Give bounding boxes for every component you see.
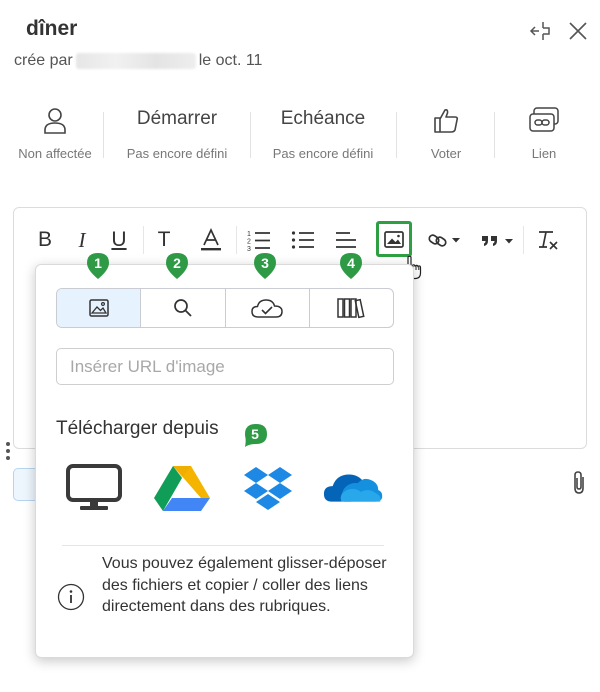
vote-label: Voter [430,146,462,161]
annotation-marker-4: 4 [339,252,363,279]
attachment-icon[interactable] [570,470,588,501]
link-button[interactable]: Lien [502,104,586,161]
onedrive-icon [323,474,383,502]
annotation-marker-2: 2 [165,252,189,279]
upload-onedrive-button[interactable] [322,460,384,516]
tab-upload-image[interactable] [57,289,142,327]
upload-from-title: Télécharger depuis [56,418,219,439]
toolbar-divider [143,226,144,254]
text-color-icon[interactable] [197,222,225,258]
toolbar-divider [236,226,237,254]
divider [396,112,397,158]
blurred-author-name [75,53,196,69]
vote-button[interactable]: Voter [405,104,487,161]
dropbox-icon [244,467,292,510]
clear-formatting-icon[interactable] [533,222,561,258]
link-dropdown-icon[interactable] [424,222,464,258]
svg-text:1: 1 [247,231,251,238]
user-icon [8,104,102,136]
divider [250,112,251,158]
divider [494,112,495,158]
task-title[interactable]: dîner [26,17,77,41]
annotation-marker-3: 3 [253,252,277,279]
created-date: le oct. 11 [198,52,263,69]
assignee-label: Non affectée [18,146,92,161]
start-date-field[interactable]: Démarrer Pas encore défini [112,104,242,161]
upload-computer-button[interactable] [63,460,125,516]
collapse-panel-icon[interactable] [527,17,555,45]
hidden-button-edge[interactable] [13,468,37,501]
assignee-field[interactable]: Non affectée [8,104,102,161]
toolbar-divider [523,226,524,254]
tab-search-image[interactable] [141,289,226,327]
upload-dropbox-button[interactable] [237,460,299,516]
image-source-tabs [56,288,394,328]
tab-cloud-image[interactable] [226,289,310,327]
search-icon [174,299,192,317]
link-label: Lien [531,146,557,161]
insert-image-button[interactable] [376,221,412,257]
due-label: Pas encore défini [272,146,374,161]
link-cards-icon [502,104,586,136]
image-icon [88,299,109,317]
insert-image-popup: Télécharger depuis Vous pouvez également… [35,264,414,658]
upload-google-drive-button[interactable] [151,460,213,516]
close-icon[interactable] [564,17,592,45]
info-icon [57,583,85,616]
google-drive-icon [154,466,210,511]
annotation-marker-5: 5 [243,422,267,447]
due-title: Echéance [280,108,366,129]
quote-dropdown-icon[interactable] [477,222,517,258]
annotation-marker-1: 1 [86,252,110,279]
created-by-line: crée par le oct. 11 [14,52,262,70]
divider [103,112,104,158]
tab-library-image[interactable] [310,289,393,327]
drag-handle-icon[interactable] [5,441,11,466]
popup-divider [62,545,384,546]
library-icon [337,298,365,319]
created-prefix: crée par [14,52,73,69]
due-date-field[interactable]: Echéance Pas encore défini [258,104,388,161]
cloud-icon [251,299,283,318]
image-url-input[interactable] [56,348,394,385]
start-title: Démarrer [136,108,218,129]
computer-icon [66,464,122,510]
svg-text:3: 3 [247,246,251,251]
thumbs-up-icon [405,104,487,136]
drag-drop-info: Vous pouvez également glisser-déposer de… [102,555,387,615]
svg-text:2: 2 [247,239,251,246]
bullet-list-icon[interactable] [289,222,317,258]
start-label: Pas encore défini [126,146,228,161]
bold-button[interactable]: B [32,222,58,258]
